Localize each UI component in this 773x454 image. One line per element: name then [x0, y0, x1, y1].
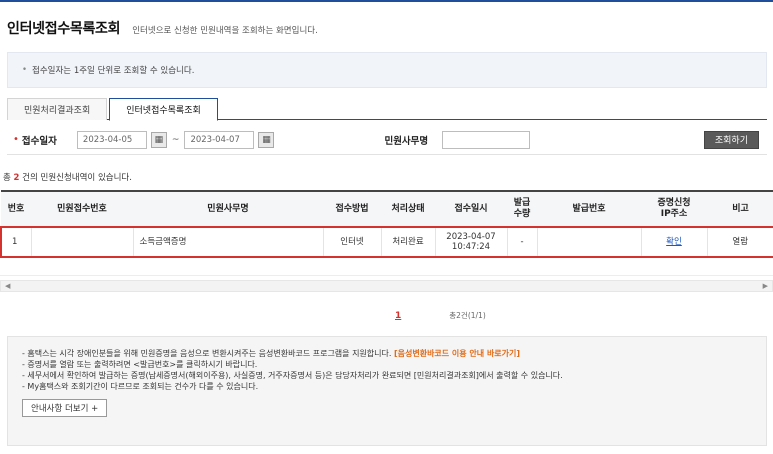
table-header-row: 번호 민원접수번호 민원사무명 접수방법 처리상태 접수일시 발급 수량 발급번… [1, 190, 773, 228]
cell-note: 열람 [707, 226, 773, 258]
page-current[interactable]: 1 [395, 311, 401, 321]
cell-qty: - [507, 226, 538, 258]
cell-date-time: 10:47:24 [451, 242, 491, 252]
info-box: - 홈택스는 시각 장애인분들을 위해 민원증명을 음성으로 변환시켜주는 음성… [7, 336, 767, 446]
col-header-note: 비고 [707, 190, 773, 228]
info-line-1: - 홈택스는 시각 장애인분들을 위해 민원증명을 음성으로 변환시켜주는 음성… [22, 348, 752, 359]
result-prefix: 총 [3, 173, 14, 183]
date-label: 접수일자 [21, 135, 57, 147]
cell-issue-no[interactable] [537, 226, 642, 258]
cell-ip: 확인 [641, 226, 708, 258]
scroll-right-icon[interactable]: ▶ [763, 282, 768, 290]
page-total: 총2건(1/1) [449, 311, 486, 320]
tab-result-inquiry[interactable]: 민원처리결과조회 [7, 98, 108, 120]
more-info-button[interactable]: 안내사항 더보기 + [22, 399, 108, 417]
result-suffix: 건의 민원신청내역이 있습니다. [19, 173, 132, 183]
ip-confirm-link[interactable]: 확인 [666, 237, 682, 247]
col-header-method: 접수방법 [323, 190, 381, 228]
date-range-separator: ~ [171, 134, 180, 145]
pagination: 1 총2건(1/1) [395, 310, 486, 321]
top-accent-line [0, 0, 773, 2]
date-from-input[interactable] [76, 130, 147, 149]
horizontal-scrollbar[interactable]: ◀ ▶ [0, 280, 773, 292]
tab-bar: 민원처리결과조회 인터넷접수목록조회 [7, 98, 767, 121]
info-line-1-text: - 홈택스는 시각 장애인분들을 위해 민원증명을 음성으로 변환시켜주는 음성… [22, 349, 392, 358]
notice-box: • 접수일자는 1주일 단위로 조회할 수 있습니다. [7, 52, 767, 88]
cell-status: 처리완료 [381, 226, 436, 258]
search-form: • 접수일자 ▦ ~ ▦ 민원사무명 조회하기 [7, 125, 767, 155]
page-description: 인터넷으로 신청한 민원내역을 조회하는 화면입니다. [132, 26, 318, 36]
col-header-qty: 발급 수량 [507, 190, 537, 228]
cell-method: 인터넷 [323, 226, 382, 258]
tab-internet-receipt-list[interactable]: 인터넷접수목록조회 [109, 98, 218, 121]
info-line-3: - 세무서에서 확인하여 발급하는 증명(납세증명서(해외이주용), 사실증명,… [22, 371, 563, 380]
table-row[interactable]: 1 소득금액증명 인터넷 처리완료 2023-04-07 10:47:24 - … [0, 226, 773, 258]
cell-receipt-no [31, 226, 134, 258]
cell-date-day: 2023-04-07 [446, 232, 496, 242]
info-line-4: - My홈택스와 조회기간이 다르므로 조회되는 건수가 다를 수 있습니다. [22, 382, 259, 391]
page-header: 인터넷접수목록조회 인터넷으로 신청한 민원내역을 조회하는 화면입니다. [7, 18, 318, 38]
calendar-to-icon[interactable]: ▦ [258, 131, 275, 148]
notice-text: 접수일자는 1주일 단위로 조회할 수 있습니다. [32, 66, 195, 76]
col-header-issue-no: 발급번호 [537, 190, 641, 228]
col-header-status: 처리상태 [381, 190, 435, 228]
col-header-receipt-no: 민원접수번호 [31, 190, 133, 228]
cell-service-name: 소득금액증명 [133, 226, 324, 258]
result-count: 총 2 건의 민원신청내역이 있습니다. [3, 171, 132, 183]
result-table: 번호 민원접수번호 민원사무명 접수방법 처리상태 접수일시 발급 수량 발급번… [0, 190, 773, 258]
required-icon: • [13, 134, 19, 145]
col-header-ip: 증명신청 IP주소 [641, 190, 707, 228]
empty-table-area [0, 258, 773, 276]
bullet-icon: • [22, 65, 28, 75]
scroll-left-icon[interactable]: ◀ [5, 282, 10, 290]
col-header-service-name: 민원사무명 [133, 190, 323, 228]
col-header-date: 접수일시 [435, 190, 507, 228]
info-line-2: - 증명서를 열람 또는 출력하려면 <발급번호>를 클릭하시기 바랍니다. [22, 360, 258, 369]
service-name-input[interactable] [442, 130, 531, 149]
col-header-no: 번호 [1, 190, 31, 228]
calendar-from-icon[interactable]: ▦ [150, 131, 167, 148]
voice-barcode-link[interactable]: [음성변환바코드 이용 안내 바로가기] [394, 349, 520, 358]
cell-no: 1 [0, 226, 32, 258]
cell-date: 2023-04-07 10:47:24 [435, 226, 508, 258]
service-name-label: 민원사무명 [384, 135, 429, 147]
date-to-input[interactable] [184, 130, 255, 149]
search-button[interactable]: 조회하기 [703, 130, 759, 149]
page-title: 인터넷접수목록조회 [7, 21, 121, 37]
